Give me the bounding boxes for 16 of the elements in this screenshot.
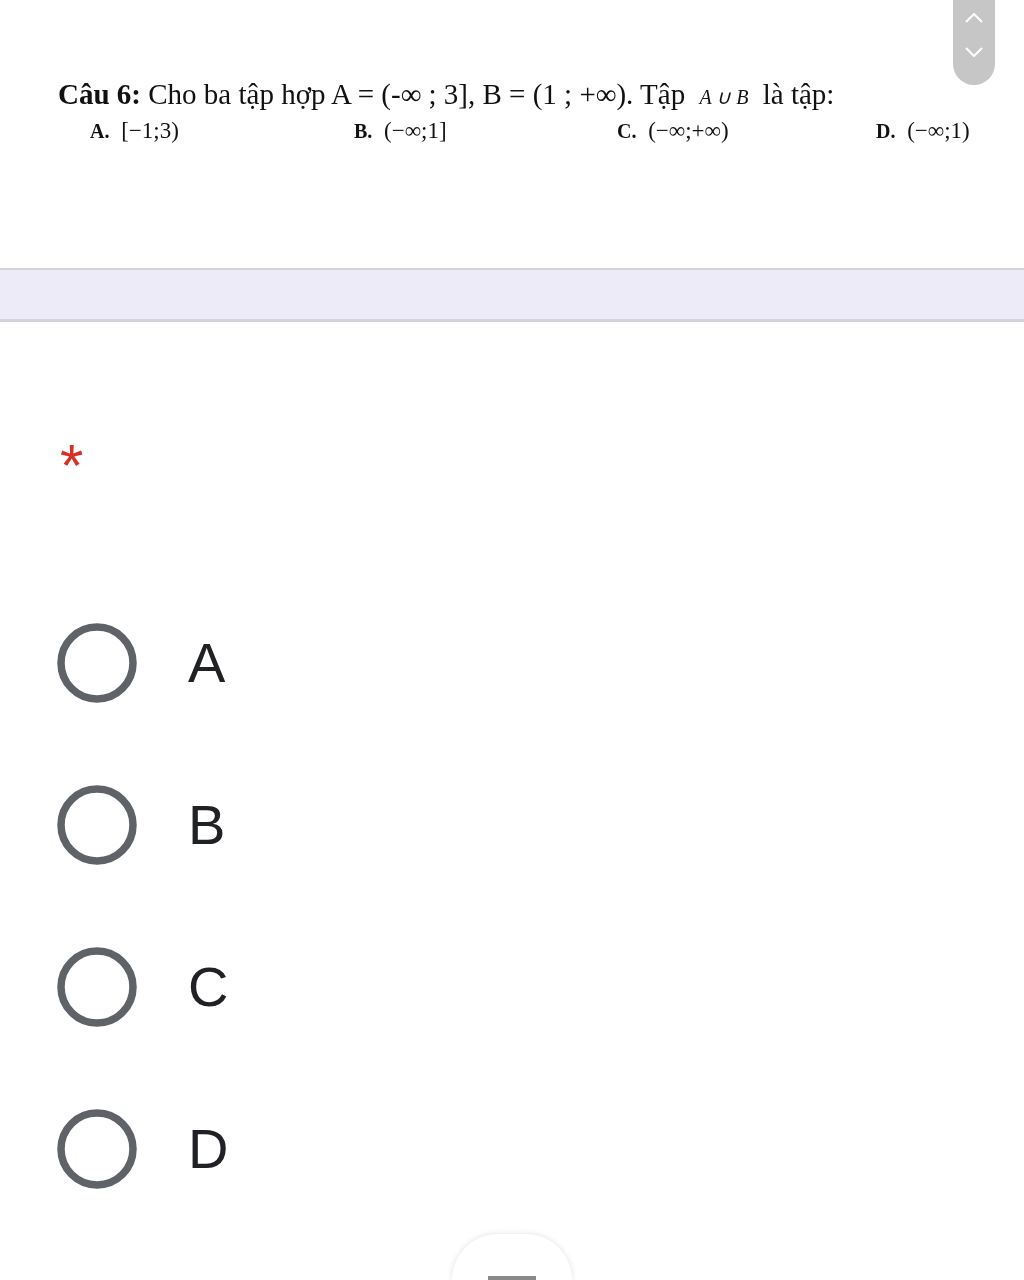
radio-button[interactable] (57, 1109, 137, 1189)
option-label[interactable]: A (188, 631, 226, 695)
answer-choice: A. [−1;3) (90, 117, 179, 145)
radio-button[interactable] (57, 785, 137, 865)
answer-choice: B. (−∞;1] (354, 117, 447, 145)
option-label[interactable]: C (188, 955, 229, 1019)
floating-button[interactable] (452, 1234, 572, 1280)
required-mark: * (60, 436, 84, 468)
answer-choice: D. (−∞;1) (876, 117, 970, 145)
option-label[interactable]: B (188, 793, 226, 857)
question-text: Câu 6: Cho ba tập hợp A = (-∞ ; 3], B = (1 ; +∞). Tập A ∪ B là tập: (58, 77, 835, 112)
bar-icon (488, 1276, 536, 1280)
answer-choice: C. (−∞;+∞) (617, 117, 729, 145)
option-label[interactable]: D (188, 1117, 229, 1181)
radio-button[interactable] (57, 623, 137, 703)
radio-button[interactable] (57, 947, 137, 1027)
